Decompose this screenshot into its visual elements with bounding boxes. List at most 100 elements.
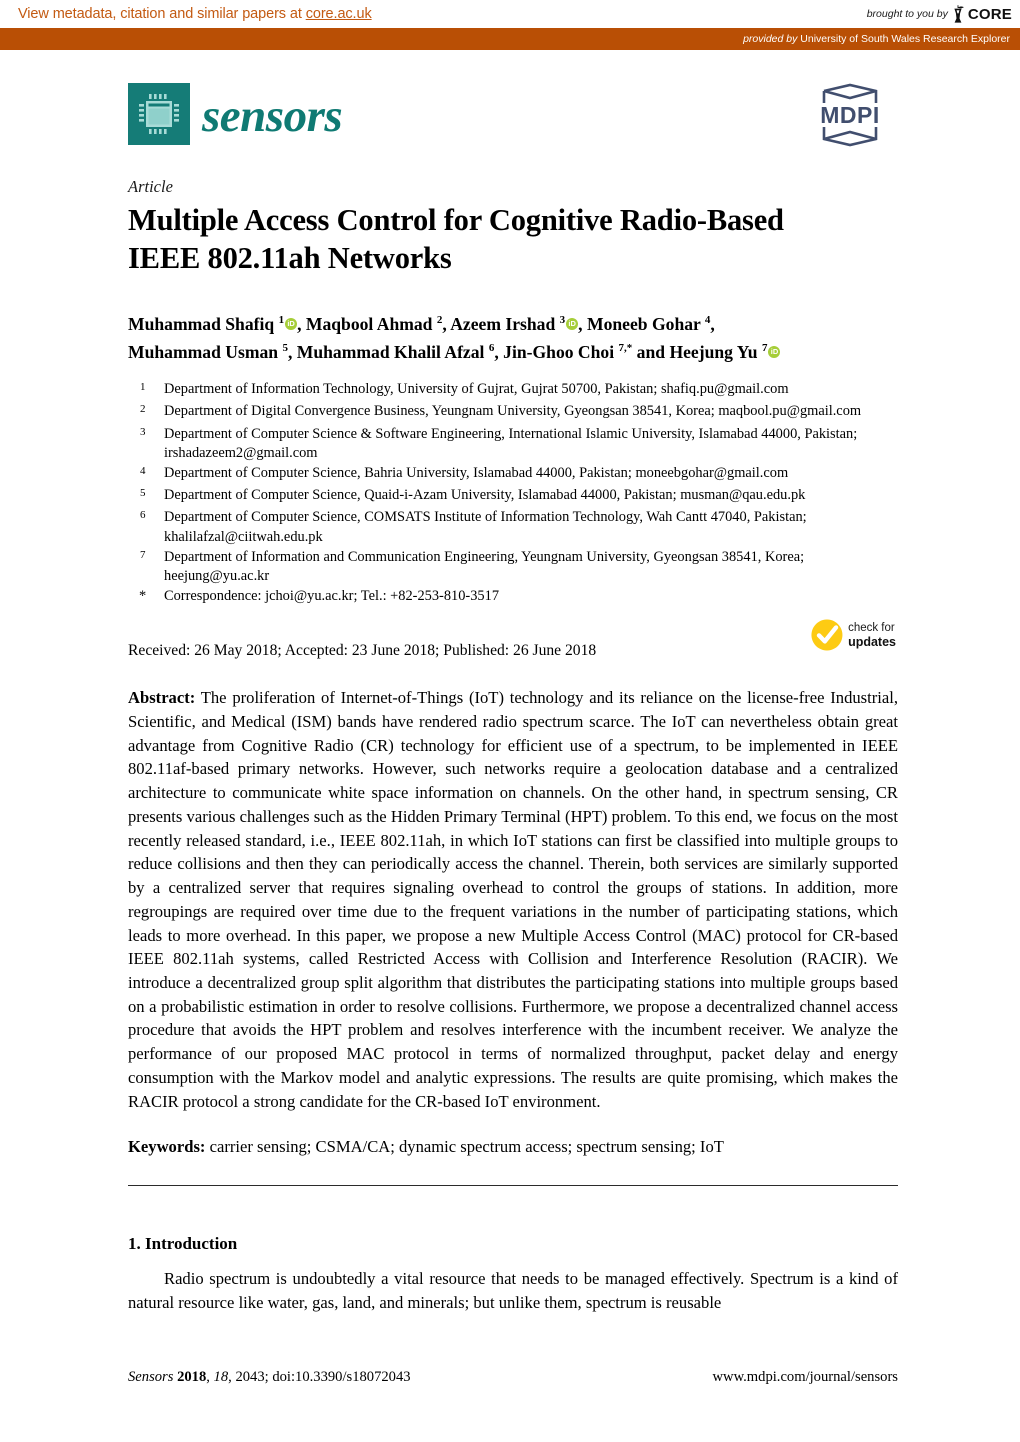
footer-doi: doi:10.3390/s18072043 (272, 1369, 411, 1385)
section-heading-introduction: 1. Introduction (128, 1233, 238, 1253)
affiliation-marker: 6 (128, 508, 164, 547)
check-for-updates-text: check for updates (848, 622, 896, 649)
affiliation-row: 7 Department of Information and Communica… (128, 548, 898, 587)
author-name: Azeem Irshad (450, 314, 560, 335)
affiliation-row: 5 Department of Computer Science, Quaid-i… (128, 486, 898, 508)
affiliation-marker: 1 (128, 380, 164, 402)
core-link[interactable]: core.ac.uk (306, 6, 372, 22)
affiliation-row: 4 Department of Computer Science, Bahria … (128, 464, 898, 486)
author-affiliation-marker: 1 (278, 314, 285, 327)
affiliation-row: 2 Department of Digital Convergence Busin… (128, 402, 898, 424)
provided-by-source: University of South Wales Research Explo… (800, 33, 1010, 45)
affiliation-marker-sup: 1 (140, 380, 146, 393)
footer-volume: 18 (213, 1369, 229, 1385)
affiliation-marker-sup: 5 (140, 487, 146, 500)
apple-core-icon (954, 5, 964, 23)
author-line-2: Muhammad Usman 5, Muhammad Khalil Afzal … (128, 339, 898, 366)
author-line-1: Muhammad Shafiq 1 iD, Maqbool Ahmad 2, Az… (128, 311, 898, 338)
affiliation-text: Department of Computer Science & Softwar… (164, 425, 858, 462)
author-name: Heejung Yu (669, 341, 762, 362)
affiliation-row: * Correspondence: jchoi@yu.ac.kr; Tel.: +… (128, 587, 898, 607)
core-metadata-text: View metadata, citation and similar pape… (18, 6, 372, 22)
author-separator: , (710, 314, 715, 335)
affiliation-text: Correspondence: jchoi@yu.ac.kr; Tel.: +8… (164, 587, 500, 604)
author-name: Jin-Ghoo Choi (503, 341, 619, 362)
author-list: Muhammad Shafiq 1 iD, Maqbool Ahmad 2, Az… (128, 311, 898, 366)
page-title: Multiple Access Control for Cognitive Ra… (128, 201, 898, 277)
core-provided-by-bar: provided by University of South Wales Re… (0, 28, 1020, 50)
core-banner: View metadata, citation and similar pape… (0, 0, 1020, 28)
affiliation-marker-sup: 3 (140, 425, 146, 438)
provided-by-label: provided by (743, 33, 798, 45)
author-name: Muhammad Usman (128, 341, 283, 362)
affiliation-list: 1 Department of Information Technology, U… (128, 380, 898, 607)
affiliation-marker-sup: 6 (140, 509, 146, 522)
author-separator: , (578, 314, 587, 335)
author-separator: , (494, 341, 504, 362)
footer-year: 2018 (177, 1369, 207, 1385)
mdpi-logo[interactable]: MDPI (802, 83, 898, 147)
publication-dates-row: Received: 26 May 2018; Accepted: 23 June… (128, 619, 898, 668)
author-separator: , (287, 341, 297, 362)
footer-journal: Sensors (128, 1369, 174, 1385)
article-type-label: Article (128, 177, 173, 196)
affiliation-row: 3 Department of Computer Science & Softwa… (128, 425, 898, 464)
affiliation-text: Department of Information Technology, Un… (164, 380, 789, 397)
sensors-wordmark: sensors (202, 89, 343, 142)
cfu-line-2: updates (848, 634, 896, 649)
affiliation-text: Department of Computer Science, Bahria U… (164, 464, 789, 481)
affiliation-text: Department of Computer Science, Quaid-i-… (164, 487, 806, 504)
checkmark-circle-icon (811, 619, 843, 651)
core-brand: brought to you by CORE (867, 4, 1012, 24)
orcid-icon[interactable]: iD (768, 345, 781, 358)
affiliation-text: Department of Information and Communicat… (164, 548, 805, 585)
title-line-1: Multiple Access Control for Cognitive Ra… (128, 203, 784, 237)
sensors-logo[interactable]: sensors (128, 83, 343, 145)
author-separator: , (297, 314, 306, 335)
orcid-icon[interactable]: iD (285, 318, 298, 331)
abstract-label: Abstract: (128, 688, 196, 708)
brought-to-you-by-label: brought to you by (866, 8, 948, 20)
affiliation-marker-sup: 2 (140, 403, 146, 416)
author-name: Maqbool Ahmad (305, 314, 437, 335)
cfu-line-1: check for (848, 621, 895, 634)
affiliation-marker-sup: 7 (140, 548, 146, 561)
author-name: Muhammad Shafiq (128, 314, 279, 335)
core-wordmark: CORE (967, 5, 1012, 23)
author-name: Muhammad Khalil Afzal (296, 341, 489, 362)
author-affiliation-marker: 7,* (618, 341, 633, 354)
sensors-logo-mark (128, 83, 190, 145)
abstract: Abstract: The proliferation of Internet-… (128, 686, 898, 1113)
affiliation-text: Department of Computer Science, COMSATS … (164, 509, 807, 546)
affiliation-text: Department of Digital Convergence Busine… (164, 403, 862, 420)
journal-header: sensors MDPI (128, 83, 898, 155)
author-affiliation-marker: 3 (559, 314, 566, 327)
keywords-label: Keywords: (128, 1137, 206, 1157)
title-line-2: IEEE 802.11ah Networks (128, 241, 452, 276)
keywords: Keywords: carrier sensing; CSMA/CA; dyna… (128, 1135, 898, 1159)
footer-citation: Sensors 2018, 18, 2043; doi:10.3390/s180… (128, 1369, 411, 1385)
affiliation-row: 1 Department of Information Technology, U… (128, 380, 898, 402)
orcid-icon[interactable]: iD (566, 318, 579, 331)
author-affiliation-marker: 7 (761, 341, 768, 354)
check-for-updates-badge[interactable]: check for updates (810, 618, 896, 652)
affiliation-marker: 7 (128, 548, 164, 587)
document-page: sensors MDPI Article Multiple Access Con… (0, 83, 1020, 1314)
author-separator: and (632, 341, 670, 362)
affiliation-marker: 4 (128, 464, 164, 486)
publication-dates: Received: 26 May 2018; Accepted: 23 June… (128, 642, 597, 660)
svg-text:MDPI: MDPI (820, 102, 880, 128)
affiliation-marker: * (139, 587, 147, 604)
affiliation-marker: 2 (128, 402, 164, 424)
keywords-body: carrier sensing; CSMA/CA; dynamic spectr… (205, 1137, 724, 1157)
affiliation-marker: 3 (128, 425, 164, 464)
abstract-body: The proliferation of Internet-of-Things … (128, 688, 898, 1111)
author-name: Moneeb Gohar (586, 314, 705, 335)
page-footer: Sensors 2018, 18, 2043; doi:10.3390/s180… (128, 1369, 898, 1386)
affiliation-row: 6 Department of Computer Science, COMSATS… (128, 508, 898, 547)
core-metadata-label: View metadata, citation and similar pape… (18, 6, 306, 22)
footer-url[interactable]: www.mdpi.com/journal/sensors (712, 1369, 898, 1386)
core-provided-by-text: provided by University of South Wales Re… (743, 33, 1010, 45)
section-paragraph: Radio spectrum is undoubtedly a vital re… (128, 1268, 898, 1312)
affiliation-marker-sup: 4 (140, 464, 146, 477)
